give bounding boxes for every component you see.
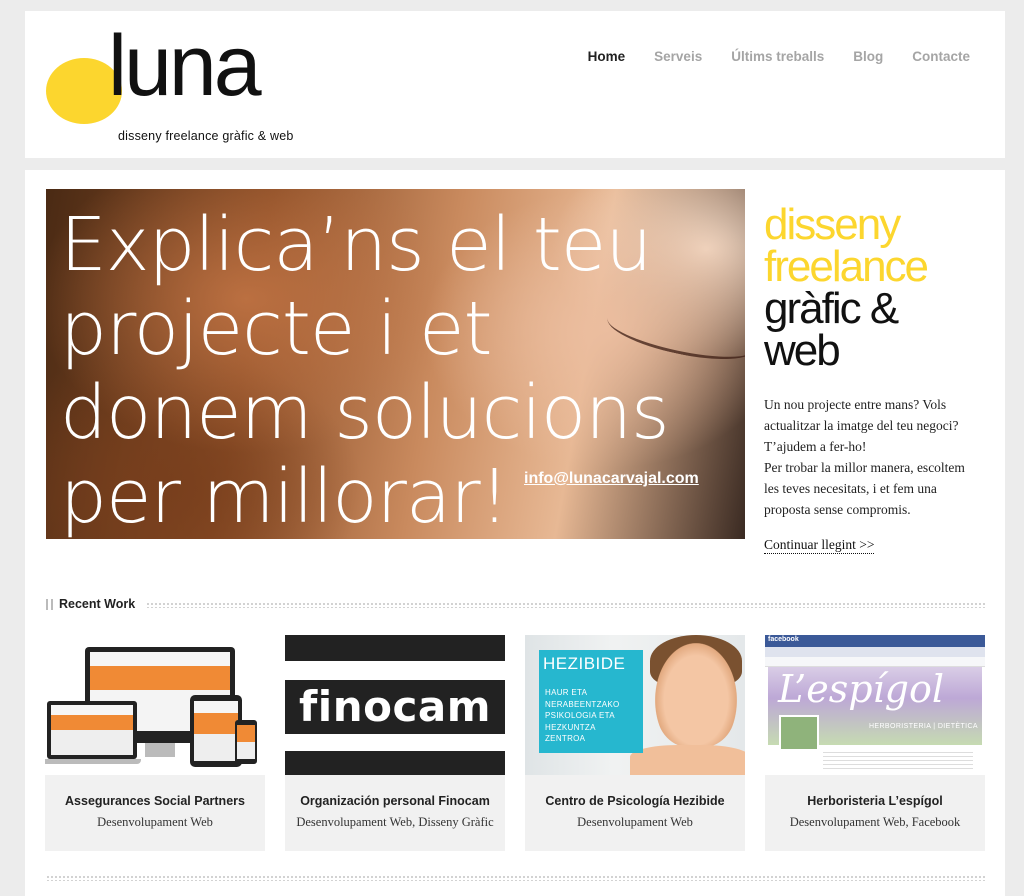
recent-work-grid: Assegurances Social Partners Desenvolupa… (45, 635, 987, 851)
work-category: Desenvolupament Web, Disseny Gràfic (296, 815, 494, 829)
thumb-band (285, 751, 505, 775)
intro-title-line: web (764, 326, 841, 375)
nav-home[interactable]: Home (588, 49, 626, 64)
site-header: luna disseny freelance gràfic & web Home… (25, 11, 1005, 158)
intro-sidebar: disseny freelance gràfic & web Un nou pr… (764, 200, 989, 554)
facebook-logo-text: facebook (768, 636, 799, 643)
intro-text-line: actualitzar la imatge del teu negoci? (764, 418, 959, 433)
hezibide-line: NERABEENTZAKO (545, 699, 620, 709)
facebook-topbar: facebook (765, 635, 985, 647)
hezibide-panel: HEZIBIDE HAUR ETA NERABEENTZAKO PSIKOLOG… (539, 650, 643, 753)
intro-text-line: proposta sense compromis. (764, 502, 911, 517)
work-category: Desenvolupament Web (97, 815, 213, 829)
nav-blog[interactable]: Blog (853, 49, 883, 64)
site-logo[interactable]: luna disseny freelance gràfic & web (46, 23, 306, 147)
hero-line: Explica’ns el teu (60, 202, 652, 288)
work-title[interactable]: Centro de Psicología Hezibide (525, 794, 745, 808)
work-thumbnail[interactable]: HEZIBIDE HAUR ETA NERABEENTZAKO PSIKOLOG… (525, 635, 745, 775)
dotted-divider (146, 602, 986, 608)
work-thumbnail[interactable] (45, 635, 265, 775)
intro-title-line: disseny (764, 200, 901, 249)
continue-reading-link[interactable]: Continuar llegint >> (764, 537, 875, 554)
work-category: Desenvolupament Web (577, 815, 693, 829)
intro-title: disseny freelance gràfic & web (764, 200, 989, 375)
work-title[interactable]: Assegurances Social Partners (45, 794, 265, 808)
intro-text-line: T’ajudem a fer-ho! (764, 439, 867, 454)
hezibide-line: ZENTROA (545, 734, 586, 743)
intro-text-line: Un nou projecte entre mans? Vols (764, 397, 947, 412)
finocam-logo-text: finocam (285, 680, 505, 734)
hezibide-description: HAUR ETA NERABEENTZAKO PSIKOLOGIA ETA HE… (545, 687, 620, 745)
phone-mockup (235, 720, 257, 764)
intro-title-line: freelance (764, 242, 929, 291)
work-title[interactable]: Organización personal Finocam (285, 794, 505, 808)
work-card[interactable]: facebook L’espígol HERBORISTERIA | DIETÈ… (765, 635, 985, 851)
work-thumbnail[interactable]: facebook L’espígol HERBORISTERIA | DIETÈ… (765, 635, 985, 775)
logo-wordmark: luna (108, 18, 262, 114)
laptop-mockup (47, 701, 137, 759)
hezibide-line: HEZKUNTZA (545, 722, 596, 732)
intro-text: Un nou projecte entre mans? Vols actuali… (764, 394, 989, 520)
nav-ultims-treballs[interactable]: Últims treballs (731, 49, 824, 64)
facebook-admin-bar (765, 647, 985, 657)
espigol-cover-title: L’espígol (778, 667, 945, 711)
hero-banner[interactable]: Explica’ns el teu projecte i et donem so… (46, 189, 745, 539)
child-photo-arms (630, 745, 745, 775)
logo-tagline: disseny freelance gràfic & web (118, 129, 294, 143)
work-card[interactable]: HEZIBIDE HAUR ETA NERABEENTZAKO PSIKOLOG… (525, 635, 745, 851)
intro-text-line: les teves necesitats, i et fem una (764, 481, 937, 496)
recent-work-heading: Recent Work (46, 597, 986, 612)
facebook-admin-bar (765, 657, 985, 667)
desktop-stand (145, 743, 175, 757)
intro-text-line: Per trobar la millor manera, escoltem (764, 460, 965, 475)
child-photo-face (655, 643, 737, 747)
nav-serveis[interactable]: Serveis (654, 49, 702, 64)
thumb-band (285, 635, 505, 661)
recent-work-title: Recent Work (59, 597, 146, 611)
hezibide-line: PSIKOLOGIA ETA (545, 711, 615, 720)
hezibide-line: HAUR ETA (545, 688, 588, 697)
hero-email-link[interactable]: info@lunacarvajal.com (524, 470, 699, 488)
facebook-text-lines (823, 749, 973, 771)
work-title[interactable]: Herboristeria L’espígol (765, 794, 985, 808)
hero-line: donem solucions (60, 370, 670, 456)
work-thumbnail[interactable]: finocam (285, 635, 505, 775)
laptop-base (45, 759, 141, 764)
section-bars-icon (46, 599, 53, 610)
main-nav: Home Serveis Últims treballs Blog Contac… (559, 49, 970, 64)
dotted-divider (46, 875, 986, 881)
hezibide-logo-text: HEZIBIDE (543, 654, 626, 673)
nav-contacte[interactable]: Contacte (912, 49, 970, 64)
intro-title-line: gràfic & (764, 284, 899, 333)
work-card[interactable]: finocam Organización personal Finocam De… (285, 635, 505, 851)
work-category: Desenvolupament Web, Facebook (789, 815, 961, 829)
hero-line: per millorar! (60, 454, 509, 539)
work-card[interactable]: Assegurances Social Partners Desenvolupa… (45, 635, 265, 851)
espigol-cover-subtitle: HERBORISTERIA | DIETÈTICA (868, 723, 978, 730)
facebook-profile-picture (779, 715, 819, 751)
main-content: Explica’ns el teu projecte i et donem so… (25, 170, 1005, 896)
hero-line: projecte i et (60, 286, 493, 372)
hero-headline: Explica’ns el teu projecte i et donem so… (60, 202, 670, 539)
